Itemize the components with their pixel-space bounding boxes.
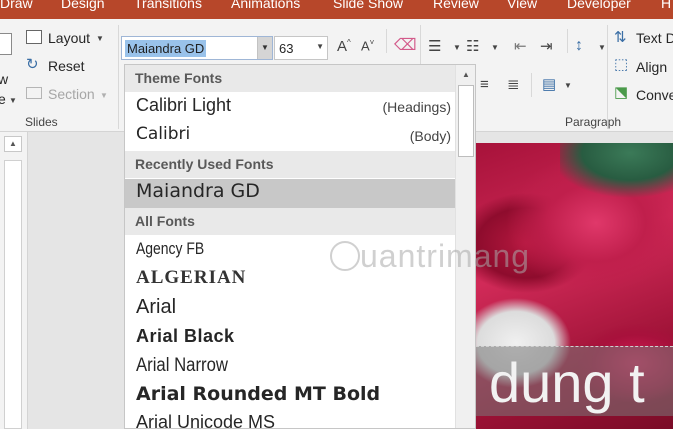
group-divider <box>118 25 119 129</box>
ribbon-tab-bar: Draw Design Transitions Animations Slide… <box>0 0 673 19</box>
theme-fonts-header: Theme Fonts <box>125 65 455 92</box>
all-fonts-header: All Fonts <box>125 208 455 235</box>
font-option-calibri[interactable]: Calibri (Body) <box>125 122 455 150</box>
watermark-logo-icon <box>330 241 360 271</box>
justify-icon[interactable]: ≣ <box>507 77 520 92</box>
convert-smartart-icon[interactable]: ⬔ <box>614 85 628 100</box>
tab-developer[interactable]: Developer <box>567 0 631 11</box>
thumbnail-scrollbar[interactable] <box>4 160 22 429</box>
font-option-calibri-light[interactable]: Calibri Light (Headings) <box>125 93 455 121</box>
clear-formatting-icon[interactable]: ⌫ <box>394 38 417 54</box>
grow-font-icon[interactable]: A^ <box>337 39 351 55</box>
divider <box>386 29 387 53</box>
tab-animations[interactable]: Animations <box>231 0 300 11</box>
paragraph-group-label: Paragraph <box>565 115 622 129</box>
new-slide-icon[interactable] <box>0 33 12 55</box>
chevron-down-icon[interactable]: ▼ <box>564 82 572 90</box>
font-option-arial-rounded-mt-bold[interactable]: Arial Rounded MT Bold <box>125 381 455 409</box>
scroll-up-icon[interactable]: ▲ <box>458 67 474 83</box>
chevron-down-icon[interactable]: ▼ <box>453 44 461 52</box>
slide-title-text[interactable]: dung t <box>489 350 645 415</box>
chevron-down-icon: ▼ <box>100 91 108 100</box>
slides-group-label: Slides <box>25 115 58 129</box>
font-option-arial-black[interactable]: Arial Black <box>125 324 455 352</box>
font-name-combobox[interactable]: Maiandra GD ▼ <box>121 36 273 60</box>
tab-design[interactable]: Design <box>61 0 105 11</box>
font-option-arial-unicode-ms[interactable]: Arial Unicode MS <box>125 410 455 428</box>
font-name-input[interactable]: Maiandra GD <box>125 40 207 57</box>
font-option-arial-narrow[interactable]: Arial Narrow <box>125 353 455 381</box>
chevron-down-icon[interactable]: ▼ <box>598 44 606 52</box>
bullets-icon[interactable]: ☰ <box>428 39 441 54</box>
layout-button[interactable]: Layout <box>48 30 90 46</box>
leaf-image-part <box>560 143 673 213</box>
tab-draw[interactable]: Draw <box>0 0 33 11</box>
numbering-icon[interactable]: ☷ <box>466 39 479 54</box>
align-right-icon[interactable]: ≡ <box>480 77 489 92</box>
layout-icon[interactable] <box>26 30 42 44</box>
new-slide-partial-label[interactable]: w <box>0 71 8 87</box>
text-direction-button[interactable]: Text D <box>636 30 673 46</box>
section-button: Section <box>48 86 95 102</box>
font-option-arial[interactable]: Arial <box>125 294 455 322</box>
reset-button[interactable]: Reset <box>48 58 85 74</box>
divider <box>531 73 532 97</box>
group-divider <box>607 25 608 129</box>
chevron-down-icon[interactable]: ▼ <box>491 44 499 52</box>
scrollbar-thumb[interactable] <box>458 85 474 157</box>
new-slide-partial-label-2[interactable]: e <box>0 91 6 107</box>
tab-transitions[interactable]: Transitions <box>134 0 202 11</box>
columns-icon[interactable]: ▤ <box>542 77 556 92</box>
increase-indent-icon[interactable]: ⇥ <box>540 39 553 54</box>
tab-view[interactable]: View <box>507 0 537 11</box>
align-text-icon[interactable]: ⬚ <box>614 57 628 72</box>
convert-smartart-button[interactable]: Conve <box>636 87 673 103</box>
reset-icon[interactable]: ↻ <box>26 57 39 72</box>
slide-thumbnail-pane: ▲ <box>0 132 28 429</box>
tab-home-partial[interactable]: H <box>661 0 671 11</box>
watermark: uantrimang <box>330 238 530 275</box>
font-size-input[interactable]: 63 <box>279 41 293 56</box>
chevron-down-icon[interactable]: ▼ <box>316 42 324 51</box>
recent-fonts-header: Recently Used Fonts <box>125 151 455 178</box>
line-spacing-icon[interactable]: ↕ <box>575 38 583 54</box>
chevron-down-icon[interactable]: ▼ <box>96 35 104 43</box>
font-size-combobox[interactable]: 63 ▼ <box>274 36 328 60</box>
scroll-up-icon[interactable]: ▲ <box>4 136 22 152</box>
chevron-down-icon[interactable]: ▼ <box>257 37 272 59</box>
tab-review[interactable]: Review <box>433 0 479 11</box>
shrink-font-icon[interactable]: A˅ <box>361 39 374 53</box>
font-option-maiandra-gd[interactable]: Maiandra GD <box>125 179 455 208</box>
align-text-button[interactable]: Align <box>636 59 667 75</box>
text-direction-icon[interactable]: ⇅ <box>614 30 627 45</box>
section-icon <box>26 87 42 99</box>
decrease-indent-icon[interactable]: ⇤ <box>514 39 527 54</box>
divider <box>567 29 568 53</box>
tab-slide-show[interactable]: Slide Show <box>333 0 403 11</box>
chevron-down-icon[interactable]: ▼ <box>9 97 17 105</box>
